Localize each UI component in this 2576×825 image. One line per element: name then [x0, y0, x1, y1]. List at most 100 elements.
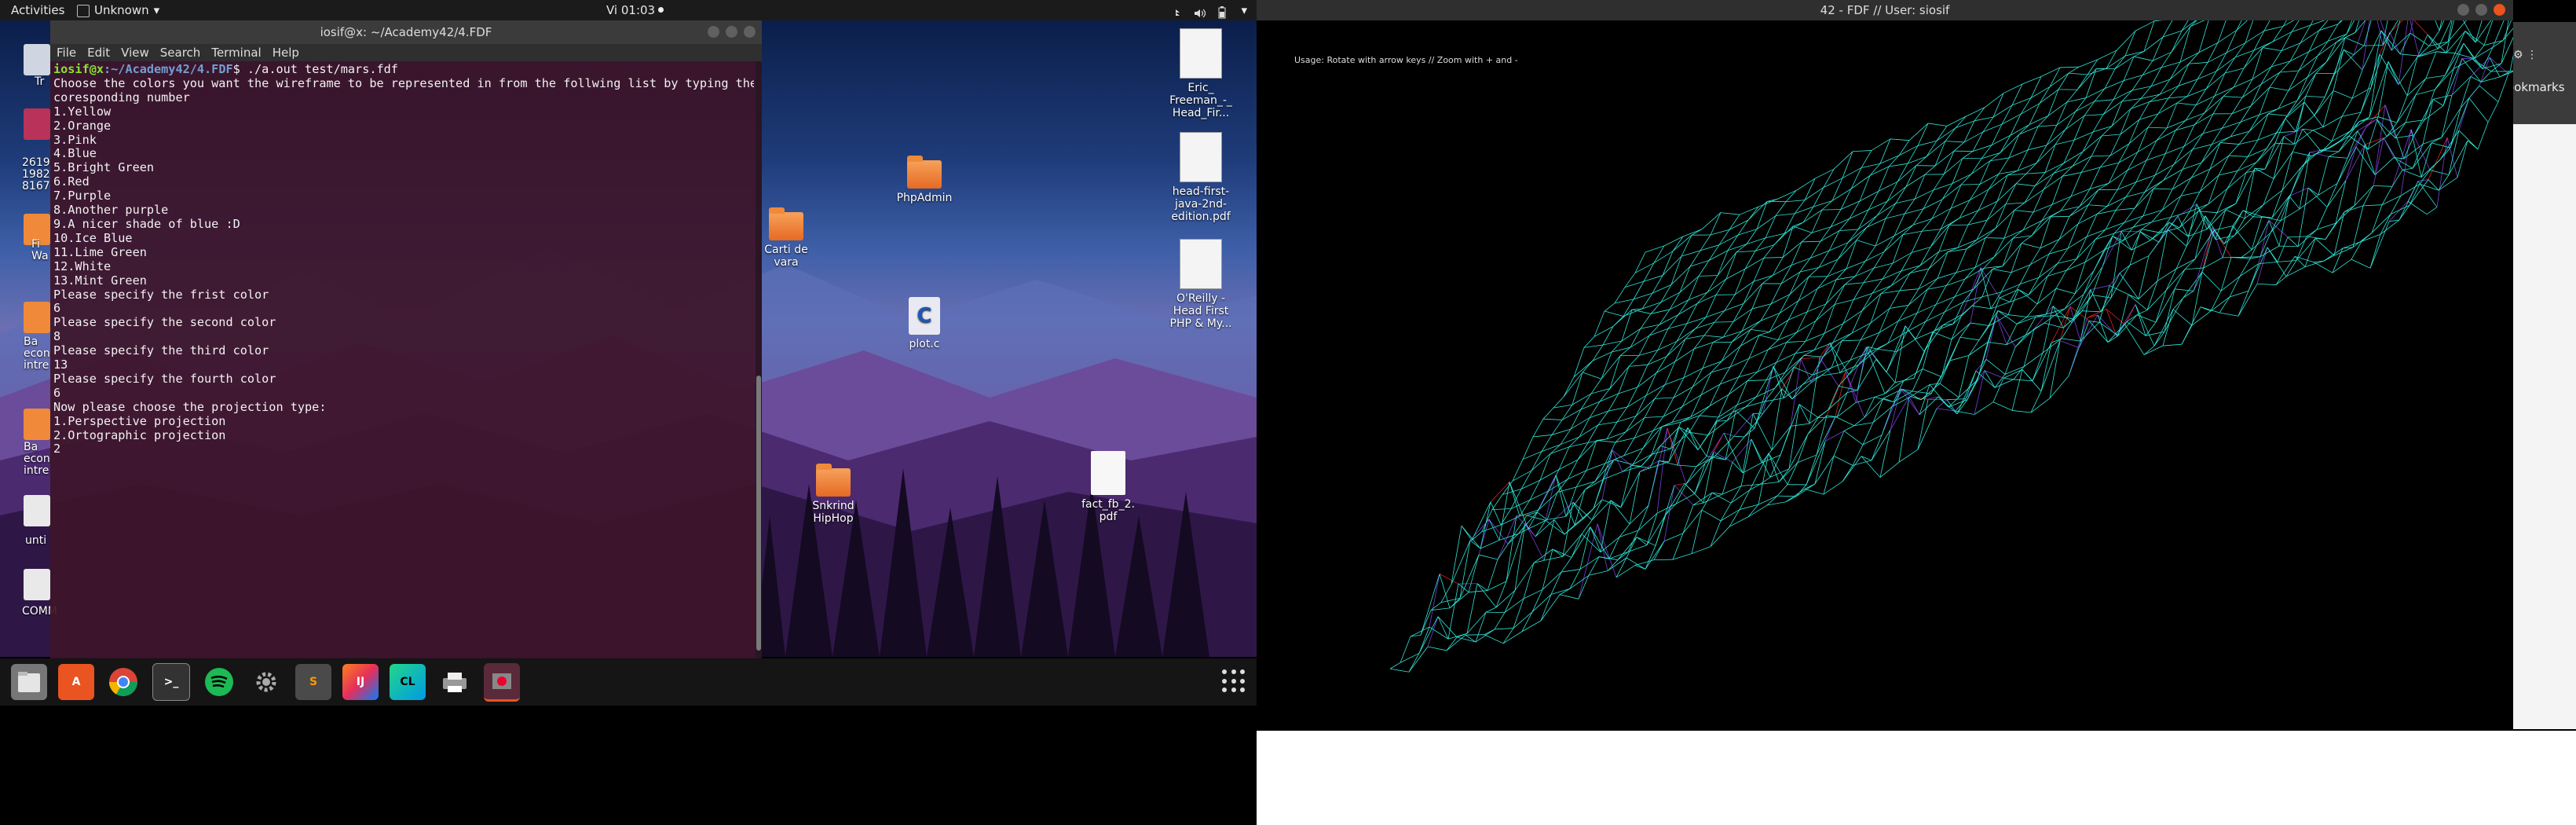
fdf-titlebar[interactable]: 42 - FDF // User: siosif: [1257, 0, 2513, 20]
fdf-app-icon[interactable]: [484, 662, 520, 702]
show-applications-icon[interactable]: [1222, 669, 1246, 693]
browser-toolbar-icons: ⚙ ⋮: [2513, 49, 2538, 61]
desktop-icon-label: Snkrind HipHop: [812, 500, 854, 525]
menu-edit[interactable]: Edit: [87, 44, 110, 61]
terminal-line: 10.Ice Blue: [53, 230, 133, 245]
left-monitor: Tr 2619 1982 8167 Fi Wa Ba econ intre Ba…: [0, 0, 1257, 706]
volume-icon: [1194, 5, 1206, 18]
terminal-icon[interactable]: >_: [152, 663, 190, 701]
terminal-output-text: Choose the colors you want the wireframe…: [53, 76, 754, 456]
maximize-button[interactable]: [726, 26, 737, 38]
terminal-line: 4.Blue: [53, 146, 97, 161]
terminal-line: 1.Yellow: [53, 104, 112, 119]
terminal-line: 2: [53, 442, 61, 456]
folder-icon: [907, 156, 942, 189]
background-browser-toolbar: [2513, 22, 2576, 124]
clion-icon[interactable]: CL: [390, 664, 426, 700]
book-cover-icon: [1180, 239, 1222, 289]
desktop-icon-plot-c[interactable]: C plot.c: [873, 297, 975, 350]
terminal-output[interactable]: iosif@x:~/Academy42/4.FDF$ ./a.out test/…: [50, 61, 754, 658]
desktop-icon-label: Eric_ Freeman_-_ Head_Fir...: [1169, 82, 1232, 119]
document-icon: [1091, 451, 1125, 495]
files-icon[interactable]: [11, 664, 47, 700]
prompt-command: $ ./a.out test/mars.fdf: [232, 62, 398, 76]
terminal-line: Please specify the second color: [53, 315, 276, 330]
menu-search[interactable]: Search: [160, 44, 201, 61]
desktop-icon-label: O'Reilly - Head First PHP & My...: [1169, 292, 1232, 330]
activities-button[interactable]: Activities: [11, 0, 64, 20]
terminal-line: 6.Red: [53, 174, 90, 189]
menu-file[interactable]: File: [57, 44, 76, 61]
wireframe-canvas[interactable]: [1257, 20, 2513, 731]
terminal-line: 2.Ortographic projection: [53, 427, 226, 442]
desktop-icon-phpadmin[interactable]: PhpAdmin: [873, 156, 975, 204]
left-icon-label-2: 2619 1982 8167: [22, 156, 50, 192]
battery-icon: [1217, 5, 1228, 19]
sublime-icon[interactable]: S: [295, 664, 331, 700]
fdf-window[interactable]: 42 - FDF // User: siosif Usage: Rotate w…: [1257, 0, 2513, 731]
document-icon[interactable]: [24, 495, 50, 526]
c-file-icon: C: [909, 297, 940, 335]
terminal-window[interactable]: iosif@x: ~/Academy42/4.FDF File Edit Vie…: [50, 20, 762, 658]
desktop-icon-head-first-java[interactable]: head-first- java-2nd- edition.pdf: [1150, 132, 1252, 223]
folder-icon: [816, 464, 851, 497]
app-icon: [77, 5, 90, 17]
folder-icon: [769, 207, 803, 240]
spotify-icon[interactable]: [201, 664, 237, 700]
scrollbar-thumb[interactable]: [756, 376, 761, 651]
desktop-icon-fact-fb[interactable]: fact_fb_2. pdf: [1057, 451, 1159, 523]
terminal-line: 6: [53, 301, 61, 316]
desktop-icon-label: head-first- java-2nd- edition.pdf: [1171, 185, 1231, 223]
app-menu[interactable]: Unknown ▾: [77, 0, 159, 20]
printer-icon[interactable]: [437, 664, 473, 700]
notification-dot-icon: [658, 7, 664, 13]
desktop-icon-label: plot.c: [909, 338, 940, 350]
terminal-line: Please specify the fourth color: [53, 371, 276, 386]
intellij-icon[interactable]: IJ: [342, 664, 379, 700]
terminal-titlebar[interactable]: iosif@x: ~/Academy42/4.FDF: [50, 20, 762, 44]
chevron-down-icon: ▾: [153, 3, 160, 17]
background-browser-window: [2513, 22, 2576, 729]
minimize-button[interactable]: [2457, 4, 2469, 16]
close-button[interactable]: [744, 26, 756, 38]
minimize-button[interactable]: [708, 26, 719, 38]
terminal-line: Choose the colors you want the wireframe…: [53, 75, 754, 90]
prompt-user: iosif@x: [53, 62, 104, 76]
folder-icon[interactable]: [24, 409, 50, 440]
book-cover-icon: [1180, 28, 1222, 79]
terminal-line: Please specify the third color: [53, 343, 269, 358]
terminal-line: 12.White: [53, 258, 112, 273]
terminal-title: iosif@x: ~/Academy42/4.FDF: [320, 25, 492, 39]
desktop-icon-oreilly[interactable]: O'Reilly - Head First PHP & My...: [1150, 239, 1252, 330]
menu-terminal[interactable]: Terminal: [211, 44, 261, 61]
clock[interactable]: Vi 01:03: [606, 0, 664, 20]
terminal-line: 13: [53, 358, 68, 372]
bookmarks-label[interactable]: ookmarks: [2507, 80, 2565, 94]
settings-icon[interactable]: [248, 664, 284, 700]
close-button[interactable]: [2494, 4, 2505, 16]
software-icon[interactable]: A: [58, 664, 94, 700]
image-file-icon[interactable]: [24, 108, 50, 140]
desktop-icon-snkrind-hiphop[interactable]: Snkrind HipHop: [782, 464, 884, 525]
left-icon-label-3: Fi Wa: [31, 238, 49, 262]
terminal-line: coresponding number: [53, 90, 190, 104]
terminal-line: 13.Mint Green: [53, 273, 147, 288]
menu-view[interactable]: View: [121, 44, 149, 61]
chrome-icon[interactable]: [105, 664, 141, 700]
terminal-line: 3.Pink: [53, 132, 97, 147]
background-area: [1257, 731, 2576, 825]
menu-help[interactable]: Help: [273, 44, 299, 61]
system-tray[interactable]: ▾: [1170, 0, 1247, 20]
terminal-menubar: File Edit View Search Terminal Help: [50, 44, 762, 61]
maximize-button[interactable]: [2475, 4, 2487, 16]
book-cover-icon: [1180, 132, 1222, 182]
document-icon[interactable]: [24, 569, 50, 600]
desktop-icon-eric-freeman[interactable]: Eric_ Freeman_-_ Head_Fir...: [1150, 28, 1252, 119]
folder-icon[interactable]: [24, 302, 50, 333]
terminal-line: Please specify the frist color: [53, 287, 269, 302]
trash-icon[interactable]: [24, 44, 50, 75]
terminal-scrollbar[interactable]: [756, 61, 762, 658]
app-menu-label: Unknown: [94, 3, 149, 17]
dock: A >_ S IJ CL: [0, 658, 1257, 706]
left-icon-label-5: Ba econ intre: [24, 441, 50, 477]
